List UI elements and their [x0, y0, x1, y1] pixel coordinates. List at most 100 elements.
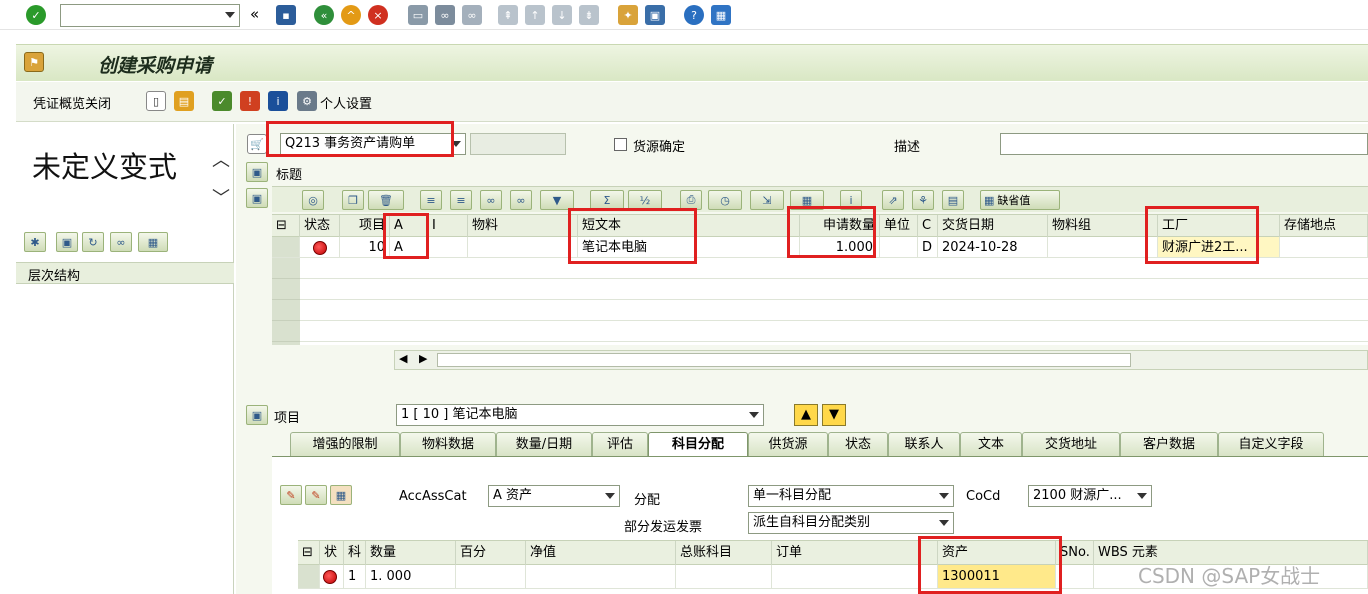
sort-asc-icon[interactable]: ≡ [420, 190, 442, 210]
save-icon[interactable]: ▪ [276, 5, 296, 25]
description-input[interactable] [1000, 133, 1368, 155]
tab-custom-fields[interactable]: 自定义字段 [1218, 432, 1324, 456]
row-storage[interactable] [1280, 237, 1368, 258]
row-quantity[interactable]: 1.000 [800, 237, 880, 258]
shortcut-icon[interactable]: ▣ [645, 5, 665, 25]
acct-row-selector[interactable] [298, 565, 320, 589]
col-status[interactable]: 状态 [300, 215, 340, 237]
col-quantity[interactable]: 申请数量 [800, 215, 880, 237]
grid-info-icon[interactable]: i [840, 190, 862, 210]
col-short-text[interactable]: 短文本 [578, 215, 800, 237]
view-icon[interactable]: ◷ [708, 190, 742, 210]
next-page-icon[interactable]: ↓ [552, 5, 572, 25]
scroll-up-icon[interactable]: ︿ [212, 146, 230, 172]
row-acct[interactable]: A [390, 237, 428, 258]
find-next-icon[interactable]: ∞ [462, 5, 482, 25]
acct-row-net-value[interactable] [526, 565, 676, 589]
acct-select-all-icon[interactable]: ⊟ [298, 541, 320, 565]
back-icon[interactable]: « [314, 5, 334, 25]
row-c[interactable]: D [918, 237, 938, 258]
default-values-button[interactable]: ▦ 缺省值 [980, 190, 1060, 210]
row-delivery-date[interactable]: 2024-10-28 [938, 237, 1048, 258]
next-item-button[interactable]: ▼ [822, 404, 846, 426]
cancel-icon[interactable]: × [368, 5, 388, 25]
acct-row-qty[interactable]: 1. 000 [366, 565, 456, 589]
layout-menu-icon[interactable]: ▦ [711, 5, 731, 25]
details-icon[interactable]: ◎ [302, 190, 324, 210]
items-expand-icon[interactable]: ▣ [246, 188, 268, 208]
row-material[interactable] [468, 237, 578, 258]
tab-source-of-supply[interactable]: 供货源 [748, 432, 828, 456]
acct-col-qty[interactable]: 数量 [366, 541, 456, 565]
acct-col-percent[interactable]: 百分 [456, 541, 526, 565]
export-icon[interactable]: ⇲ [750, 190, 784, 210]
enter-check-icon[interactable]: ✓ [26, 5, 46, 25]
copy-item-icon[interactable]: ⇗ [882, 190, 904, 210]
table-row[interactable]: 10 A 笔记本电脑 1.000 D 2024-10-28 财源广进2工... [272, 237, 1368, 258]
find-icon[interactable]: ∞ [435, 5, 455, 25]
sort-desc-icon[interactable]: ≡ [450, 190, 472, 210]
tab-status[interactable]: 状态 [828, 432, 888, 456]
cocd-select[interactable]: 2100 财源广... [1028, 485, 1152, 507]
prev-item-button[interactable]: ▲ [794, 404, 818, 426]
find-tree-icon[interactable]: ∞ [110, 232, 132, 252]
delete-row-icon[interactable]: 🗑 [368, 190, 404, 210]
acct-col-asset[interactable]: 资产 [938, 541, 1056, 565]
scroll-right-icon[interactable]: ▶ [419, 352, 427, 365]
tab-material-data[interactable]: 物料数据 [400, 432, 496, 456]
print-grid-icon[interactable]: ⎙ [680, 190, 702, 210]
item-grid-scrollbar[interactable]: ◀ ▶ [394, 350, 1368, 370]
col-storage[interactable]: 存储地点 [1280, 215, 1368, 237]
acct-col-net-value[interactable]: 净值 [526, 541, 676, 565]
item-select[interactable]: 1 [ 10 ] 笔记本电脑 [396, 404, 764, 426]
asset-input[interactable]: 1300011 [938, 565, 1056, 589]
distribution-select[interactable]: 单一科目分配 [748, 485, 954, 507]
source-confirm-checkbox[interactable] [614, 138, 627, 151]
acct-col-k[interactable]: 科 [344, 541, 366, 565]
scroll-down-icon[interactable]: ﹀ [212, 184, 230, 210]
lock-icon[interactable]: ▤ [942, 190, 964, 210]
acct-multi-icon[interactable]: ▦ [330, 485, 352, 505]
acct-wizard2-icon[interactable]: ✎ [305, 485, 327, 505]
col-item[interactable]: 项目 [340, 215, 390, 237]
check-icon[interactable]: ✓ [212, 91, 232, 111]
partial-invoice-select[interactable]: 派生自科目分配类别 [748, 512, 954, 534]
row-i[interactable] [428, 237, 468, 258]
new-session-icon[interactable]: ✦ [618, 5, 638, 25]
acct-row-sno[interactable] [1056, 565, 1094, 589]
acct-col-sno[interactable]: SNo. [1056, 541, 1094, 565]
col-acct[interactable]: A [390, 215, 428, 237]
accasscat-select[interactable]: A 资产 [488, 485, 620, 507]
personal-settings-icon[interactable]: ⚙ [297, 91, 317, 111]
cart-icon[interactable]: 🛒 [247, 134, 267, 154]
print-icon[interactable]: ▭ [408, 5, 428, 25]
tab-quantity-date[interactable]: 数量/日期 [496, 432, 592, 456]
row-unit[interactable] [880, 237, 918, 258]
acct-row-gl-account[interactable] [676, 565, 772, 589]
tab-account-assignment[interactable]: 科目分配 [648, 432, 748, 456]
scroll-thumb[interactable] [437, 353, 1131, 367]
row-plant[interactable]: 财源广进2工... [1158, 237, 1280, 258]
scroll-left-icon[interactable]: ◀ [399, 352, 407, 365]
select-all-icon[interactable]: ⊟ [272, 215, 300, 237]
last-page-icon[interactable]: ⇟ [579, 5, 599, 25]
col-plant[interactable]: 工厂 [1158, 215, 1280, 237]
acct-col-gl-account[interactable]: 总账科目 [676, 541, 772, 565]
col-material-group[interactable]: 物料组 [1048, 215, 1158, 237]
filter-icon[interactable]: ▼ [540, 190, 574, 210]
item-detail-expand-icon[interactable]: ▣ [246, 405, 268, 425]
new-document-icon[interactable]: ▯ [146, 91, 166, 111]
acct-row-percent[interactable] [456, 565, 526, 589]
col-c[interactable]: C [918, 215, 938, 237]
exit-icon[interactable]: ^ [341, 5, 361, 25]
acct-col-status[interactable]: 状 [320, 541, 344, 565]
document-number-field[interactable] [470, 133, 566, 155]
copy-row-icon[interactable]: ❐ [342, 190, 364, 210]
prev-page-icon[interactable]: ↑ [525, 5, 545, 25]
tab-enhanced-restrictions[interactable]: 增强的限制 [290, 432, 400, 456]
messages-icon[interactable]: ! [240, 91, 260, 111]
find-next-grid-icon[interactable]: ∞ [510, 190, 532, 210]
row-selector[interactable] [272, 237, 300, 258]
tab-valuation[interactable]: 评估 [592, 432, 648, 456]
col-unit[interactable]: 单位 [880, 215, 918, 237]
